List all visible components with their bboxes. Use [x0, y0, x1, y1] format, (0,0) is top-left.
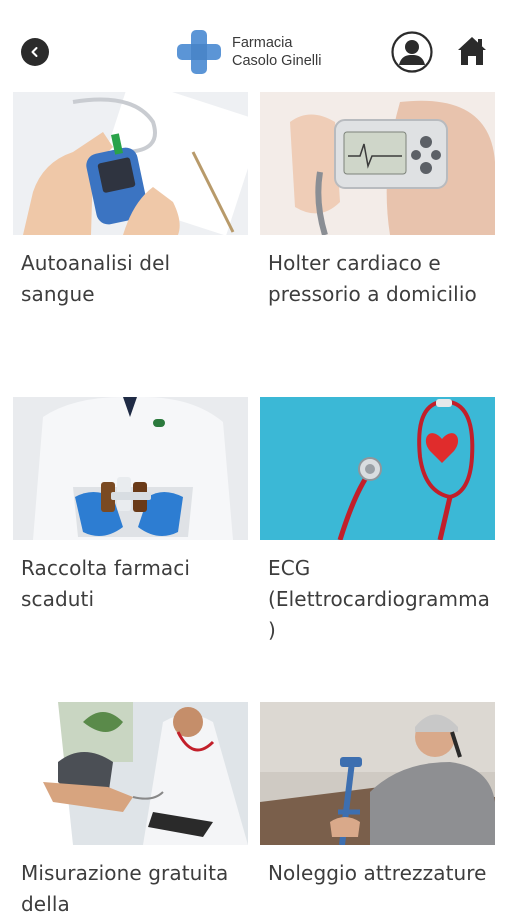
service-card[interactable]: Noleggio attrezzature — [260, 702, 495, 889]
home-icon — [458, 37, 486, 65]
brand-name: Farmacia Casolo Ginelli — [232, 34, 321, 70]
service-image — [260, 397, 495, 540]
service-card[interactable]: Misurazione gratuita della — [13, 702, 248, 920]
service-image — [13, 92, 248, 235]
service-image — [260, 92, 495, 235]
service-label: Holter cardiaco e pressorio a domicilio — [268, 251, 477, 306]
home-button[interactable] — [456, 35, 488, 71]
service-card[interactable]: Autoanalisi del sangue — [13, 92, 248, 310]
service-image — [260, 702, 495, 845]
service-label: Noleggio attrezzature — [268, 861, 487, 885]
back-button[interactable] — [21, 38, 49, 66]
chevron-left-icon — [31, 47, 38, 57]
app-header: Farmacia Casolo Ginelli — [0, 0, 507, 92]
service-card[interactable]: ECG (Elettrocardiogramma) — [260, 397, 495, 646]
medical-cross-icon — [177, 30, 221, 74]
service-label: ECG (Elettrocardiogramma) — [268, 556, 491, 642]
service-label: Misurazione gratuita della — [21, 861, 229, 916]
service-card[interactable]: Raccolta farmaci scaduti — [13, 397, 248, 615]
service-label: Raccolta farmaci scaduti — [21, 556, 191, 611]
service-image — [13, 397, 248, 540]
service-image — [13, 702, 248, 845]
user-icon — [391, 31, 433, 73]
brand-line-2: Casolo Ginelli — [232, 53, 322, 69]
pharmacy-logo[interactable]: Farmacia Casolo Ginelli — [176, 29, 321, 75]
service-label: Autoanalisi del sangue — [21, 251, 171, 306]
brand-line-1: Farmacia — [232, 35, 293, 51]
service-card[interactable]: Holter cardiaco e pressorio a domicilio — [260, 92, 495, 310]
account-button[interactable] — [391, 31, 433, 77]
